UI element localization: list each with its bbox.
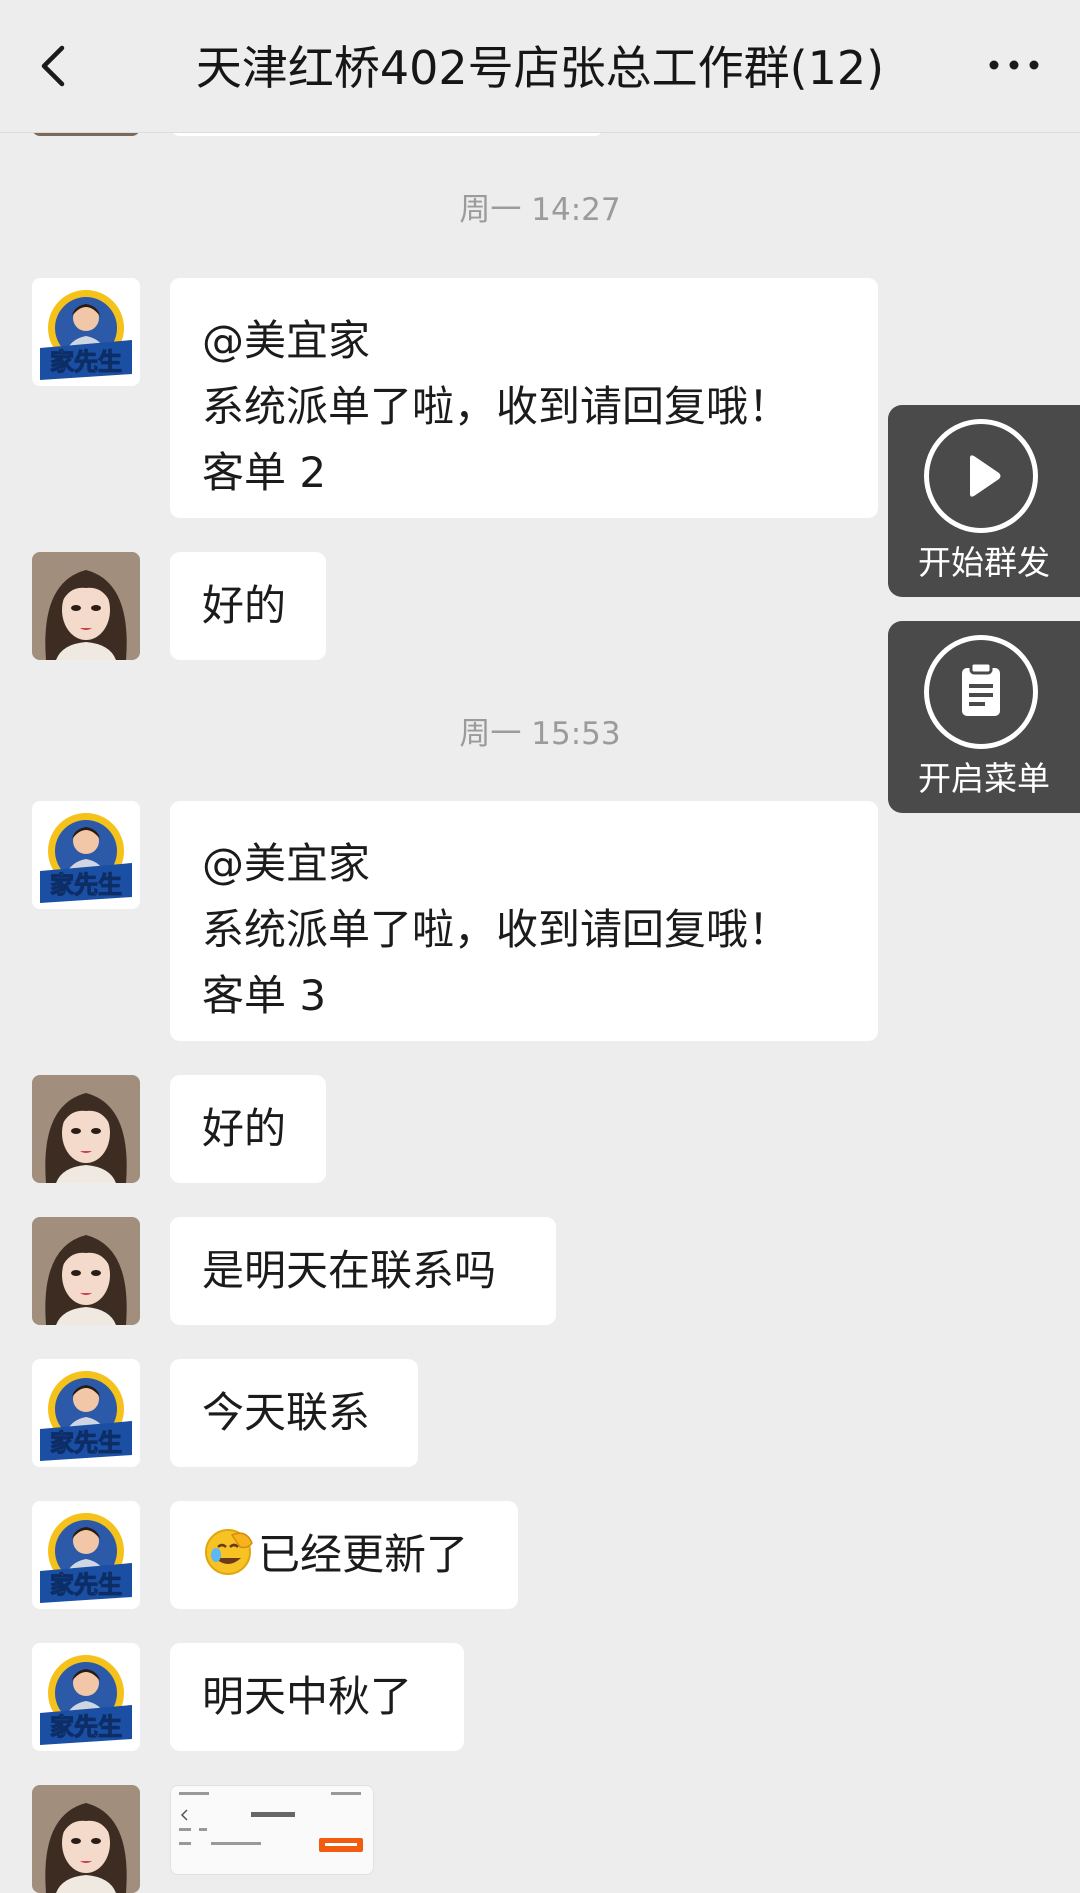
family-logo-avatar-icon: 家先生	[32, 1643, 140, 1751]
avatar[interactable]: 家先生	[32, 1501, 140, 1609]
open-menu-button[interactable]: 开启菜单	[888, 621, 1080, 813]
more-button[interactable]	[984, 50, 1044, 80]
logo-text: 家先生	[50, 1571, 122, 1599]
message-bubble[interactable]: 是明天在联系吗	[170, 1217, 556, 1325]
message-text: 明天中秋了	[202, 1672, 413, 1721]
message-text: @美宜家	[202, 839, 371, 888]
facepalm-laugh-emoji	[205, 1529, 253, 1575]
girl-avatar-icon	[32, 1217, 140, 1325]
family-logo-avatar-icon: 家先生	[32, 801, 140, 909]
message-text: 客单 3	[202, 971, 327, 1020]
girl-avatar-icon	[32, 552, 140, 660]
message-text: 系统派单了啦，收到请回复哦！	[202, 905, 791, 954]
play-circle	[924, 419, 1038, 533]
message-text: 已经更新了	[258, 1530, 469, 1579]
message-bubble[interactable]: @美宜家 系统派单了啦，收到请回复哦！ 客单 2	[170, 278, 878, 518]
message-text: 系统派单了啦，收到请回复哦！	[202, 382, 791, 431]
message-line: 已经更新了	[202, 1522, 486, 1588]
family-logo-avatar-icon: 家先生	[32, 278, 140, 386]
timestamp: 周一 14:27	[459, 192, 621, 228]
message-text: 是明天在联系吗	[202, 1246, 497, 1295]
message-bubble[interactable]: 已经更新了	[170, 1501, 518, 1609]
open-menu-label: 开启菜单	[918, 759, 1050, 798]
message-bubble[interactable]: 好的	[170, 1075, 326, 1183]
avatar[interactable]: 家先生	[32, 1643, 140, 1751]
screenshot-thumbnail	[171, 1786, 373, 1874]
chat-title: 天津红桥402号店张总工作群(12)	[195, 41, 885, 95]
avatar[interactable]: 家先生	[32, 1359, 140, 1467]
avatar[interactable]	[32, 1785, 140, 1893]
message-text: 好的	[202, 1104, 287, 1153]
message-text: 好的	[202, 581, 287, 630]
more-dots-icon	[989, 60, 1039, 70]
start-broadcast-label: 开始群发	[918, 543, 1050, 582]
girl-avatar-icon	[32, 1785, 140, 1893]
logo-text: 家先生	[50, 348, 122, 376]
play-icon	[970, 455, 1001, 497]
family-logo-avatar-icon: 家先生	[32, 1359, 140, 1467]
message-bubble[interactable]: @美宜家 系统派单了啦，收到请回复哦！ 客单 3	[170, 801, 878, 1041]
message-bubble[interactable]: 好的	[170, 552, 326, 660]
family-logo-avatar-icon: 家先生	[32, 1501, 140, 1609]
avatar[interactable]	[32, 1075, 140, 1183]
message-text: 客单 2	[202, 448, 327, 497]
chat-header: 天津红桥402号店张总工作群(12)	[0, 0, 1080, 133]
back-button[interactable]	[28, 36, 88, 96]
girl-avatar-icon	[32, 1075, 140, 1183]
start-broadcast-button[interactable]: 开始群发	[888, 405, 1080, 597]
message-text: @美宜家	[202, 316, 371, 365]
avatar[interactable]: 家先生	[32, 278, 140, 386]
avatar[interactable]: 家先生	[32, 801, 140, 909]
logo-text: 家先生	[50, 1713, 122, 1741]
avatar[interactable]	[32, 1217, 140, 1325]
image-message[interactable]	[170, 1785, 374, 1875]
clipboard-circle	[924, 635, 1038, 749]
message-text: 今天联系	[202, 1388, 371, 1437]
logo-text: 家先生	[50, 1429, 122, 1457]
avatar[interactable]	[32, 552, 140, 660]
message-bubble[interactable]: 今天联系	[170, 1359, 418, 1467]
chevron-left-icon	[41, 45, 65, 87]
clipboard-icon	[962, 661, 1000, 716]
logo-text: 家先生	[50, 871, 122, 899]
message-bubble[interactable]: 明天中秋了	[170, 1643, 464, 1751]
